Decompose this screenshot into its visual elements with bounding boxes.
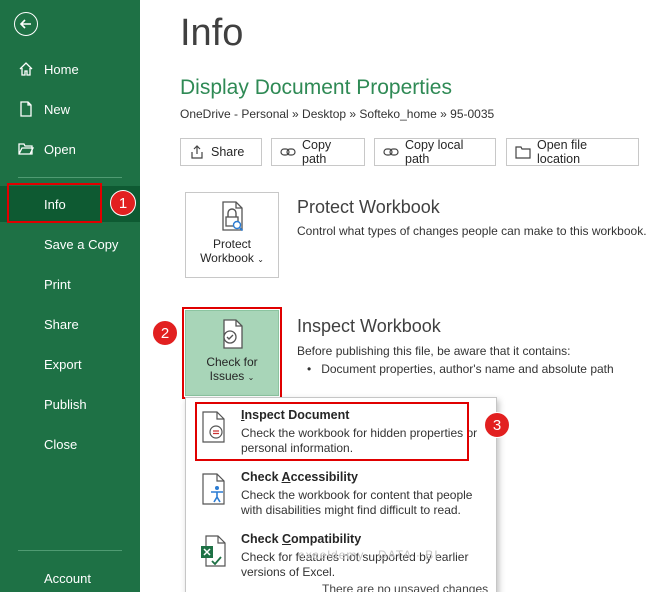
menu-item-title-text: ccessibility xyxy=(290,470,358,484)
share-label: Share xyxy=(211,145,245,159)
new-document-icon xyxy=(18,101,34,117)
step-badge-2: 2 xyxy=(152,320,178,346)
menu-item-title-prefix: Check xyxy=(241,470,282,484)
check-for-issues-label-line1: Check for xyxy=(206,355,258,369)
protect-workbook-label-line1: Protect xyxy=(212,237,251,251)
sidebar-divider xyxy=(18,177,122,178)
share-button[interactable]: Share xyxy=(180,138,262,166)
backstage-sidebar: Home New Open Info Save a Copy Print Sha… xyxy=(0,0,140,592)
lock-document-icon xyxy=(215,199,249,233)
chevron-down-icon: ⌄ xyxy=(257,255,264,264)
inspect-workbook-title: Inspect Workbook xyxy=(297,316,441,336)
sidebar-item-publish[interactable]: Publish xyxy=(0,386,140,422)
check-for-issues-menu: Inspect Document Check the workbook for … xyxy=(185,397,497,592)
check-for-issues-label-line2: Issues ⌄ xyxy=(210,369,255,383)
check-for-issues-button[interactable]: Check for Issues ⌄ xyxy=(185,310,279,396)
check-document-icon xyxy=(215,317,249,351)
link-icon xyxy=(383,144,399,160)
sidebar-item-close[interactable]: Close xyxy=(0,426,140,462)
protect-workbook-button[interactable]: Protect Workbook ⌄ xyxy=(185,192,279,278)
folder-icon xyxy=(515,144,531,160)
inspect-workbook-desc: Before publishing this file, be aware th… xyxy=(297,344,571,358)
home-icon xyxy=(18,61,34,77)
menu-item-title-prefix: Check xyxy=(241,532,282,546)
open-file-location-label: Open file location xyxy=(537,138,588,166)
watermark: exceldemy · DATA · BI xyxy=(298,548,439,562)
sidebar-item-new[interactable]: New xyxy=(0,91,140,127)
sidebar-item-print[interactable]: Print xyxy=(0,266,140,302)
access-key: C xyxy=(282,532,292,546)
sidebar-item-label: Publish xyxy=(44,396,87,412)
menu-item-desc: Check the workbook for content that peop… xyxy=(241,488,473,517)
sidebar-item-label: Close xyxy=(44,436,78,452)
inspect-bullet-text: Document properties, author's name and a… xyxy=(321,362,614,376)
step-badge-1: 1 xyxy=(110,190,136,216)
excel-compatibility-icon xyxy=(200,534,228,568)
sidebar-item-label: Open xyxy=(44,141,76,157)
section-title[interactable]: Display Document Properties xyxy=(180,76,452,100)
inspect-document-icon xyxy=(200,410,228,444)
unsaved-changes-text: There are no unsaved changes xyxy=(322,582,489,592)
check-for-issues-label: Issues xyxy=(209,369,245,383)
accessibility-icon xyxy=(200,472,228,506)
chevron-down-icon: ⌄ xyxy=(247,373,255,382)
menu-item-check-accessibility[interactable]: Check Accessibility Check the workbook f… xyxy=(186,466,498,524)
sidebar-item-share[interactable]: Share xyxy=(0,306,140,342)
inspect-bullet: • Document properties, author's name and… xyxy=(307,362,614,376)
copy-path-button[interactable]: Copy path xyxy=(271,138,365,166)
share-icon xyxy=(189,144,205,160)
copy-path-label: Copy path xyxy=(302,138,332,166)
menu-item-title: Check Compatibility xyxy=(241,532,361,546)
sidebar-item-home[interactable]: Home xyxy=(0,51,140,87)
menu-item-title-text: nspect Document xyxy=(244,408,350,422)
open-file-location-button[interactable]: Open file location xyxy=(506,138,639,166)
file-path: OneDrive - Personal » Desktop » Softeko_… xyxy=(180,107,495,121)
menu-item-title: Inspect Document xyxy=(241,408,349,422)
sidebar-item-label: Share xyxy=(44,316,79,332)
menu-item-title-text: ompatibility xyxy=(291,532,362,546)
sidebar-divider xyxy=(18,550,122,551)
link-icon xyxy=(280,144,296,160)
protect-workbook-label-line2: Workbook ⌄ xyxy=(200,251,264,265)
sidebar-item-label: New xyxy=(44,101,71,117)
folder-open-icon xyxy=(18,141,34,157)
sidebar-item-open[interactable]: Open xyxy=(0,131,140,167)
menu-item-inspect-document[interactable]: Inspect Document Check the workbook for … xyxy=(186,404,498,462)
menu-item-desc: Check the workbook for hidden properties… xyxy=(241,426,478,455)
sidebar-item-account[interactable]: Account xyxy=(0,560,140,592)
sidebar-item-export[interactable]: Export xyxy=(0,346,140,382)
sidebar-item-save-a-copy[interactable]: Save a Copy xyxy=(0,226,140,262)
step-badge-3: 3 xyxy=(484,412,510,438)
access-key: A xyxy=(281,470,291,484)
back-arrow-icon[interactable] xyxy=(14,12,38,36)
protect-workbook-desc: Control what types of changes people can… xyxy=(297,224,647,238)
sidebar-item-label: Home xyxy=(44,61,79,77)
protect-workbook-label: Workbook xyxy=(200,251,254,265)
copy-local-path-button[interactable]: Copy local path xyxy=(374,138,496,166)
sidebar-item-label: Account xyxy=(44,570,91,586)
sidebar-item-label: Info xyxy=(44,196,66,212)
page-title: Info xyxy=(180,12,244,54)
sidebar-item-label: Print xyxy=(44,276,71,292)
copy-local-path-label: Copy local path xyxy=(405,138,464,166)
protect-workbook-title: Protect Workbook xyxy=(297,197,440,217)
menu-item-title: Check Accessibility xyxy=(241,470,358,484)
sidebar-item-label: Save a Copy xyxy=(44,236,119,252)
sidebar-item-label: Export xyxy=(44,356,82,372)
